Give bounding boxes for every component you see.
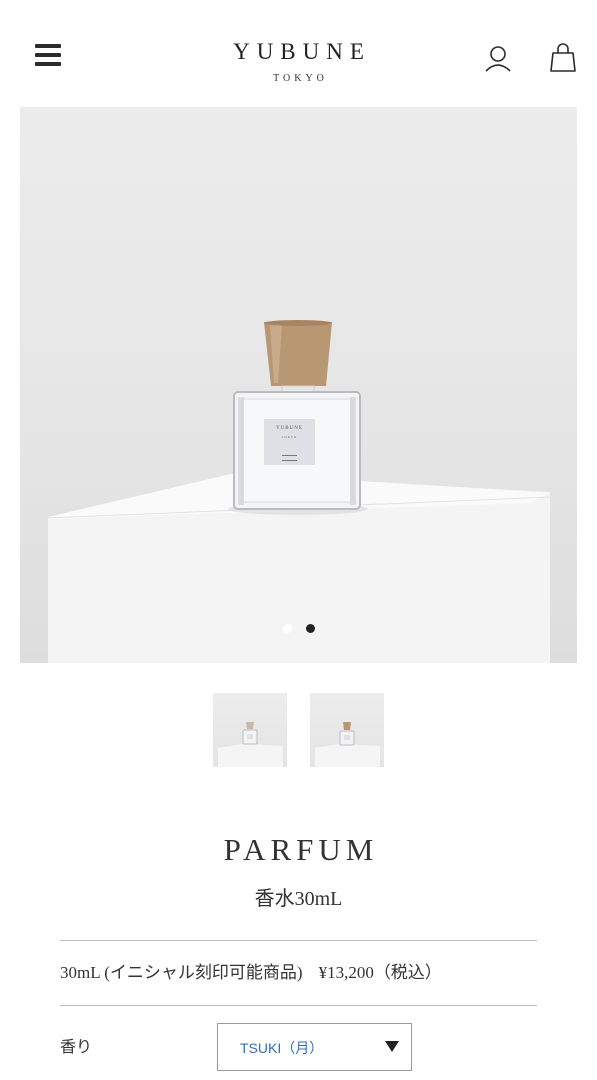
divider [60,940,537,941]
product-subtitle: 香水30mL [254,888,343,910]
product-main-image[interactable]: YUBUNE TOKYO [20,107,577,663]
user-icon[interactable] [483,44,513,74]
scent-selected-value: TSUKI（月） [240,1040,324,1056]
thumbnail-2[interactable] [310,693,384,767]
price-row: 30mL (イニシャル刻印可能商品) ¥13,200（税込） [60,960,442,986]
dropdown-arrow-icon [385,1041,399,1052]
carousel-dot-1[interactable] [283,624,292,633]
product-title: PARFUM [223,832,379,867]
divider [60,1005,537,1006]
product-price: ¥13,200（税込） [318,963,442,982]
site-header: YUBUNE TOKYO [0,0,597,100]
thumbnail-1[interactable] [213,693,287,767]
carousel-dot-2-active[interactable] [306,624,315,633]
shopping-bag-icon[interactable] [549,42,577,74]
bottle-label-brand: YUBUNE [276,426,303,431]
brand-subname: TOKYO [273,73,328,84]
product-variant: 30mL (イニシャル刻印可能商品) [60,963,303,982]
scent-label: 香り [60,1039,93,1056]
scent-select[interactable]: TSUKI（月） [217,1023,412,1071]
bottle-label-city: TOKYO [282,435,297,439]
